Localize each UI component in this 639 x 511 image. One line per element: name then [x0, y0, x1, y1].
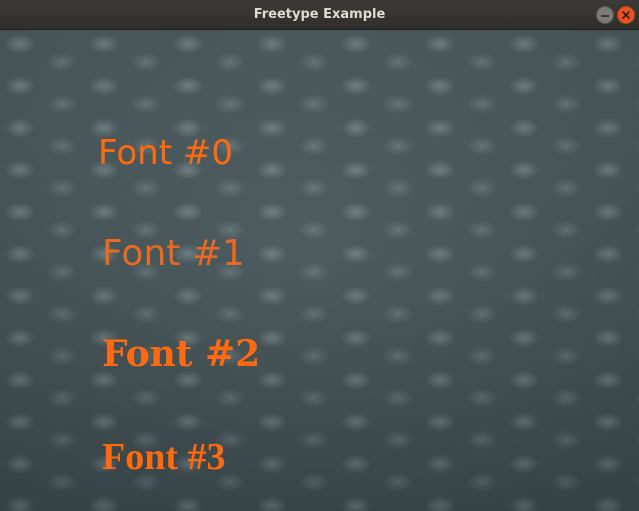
window-title: Freetype Example [253, 7, 386, 22]
camera-canvas: Font #0 Font #1 Font #2 Font #3 [0, 30, 639, 511]
close-icon [622, 11, 630, 19]
app-window: Freetype Example Font #0 Font #1 Font #2… [0, 0, 639, 511]
close-button[interactable] [617, 6, 635, 24]
title-bar[interactable]: Freetype Example [0, 0, 639, 30]
font-1-label: Font #1 [102, 233, 245, 274]
font-2-label: Font #2 [102, 333, 261, 375]
font-3-label: Font #3 [102, 436, 226, 478]
font-0-label: Font #0 [98, 133, 233, 173]
minimize-button[interactable] [596, 6, 614, 24]
